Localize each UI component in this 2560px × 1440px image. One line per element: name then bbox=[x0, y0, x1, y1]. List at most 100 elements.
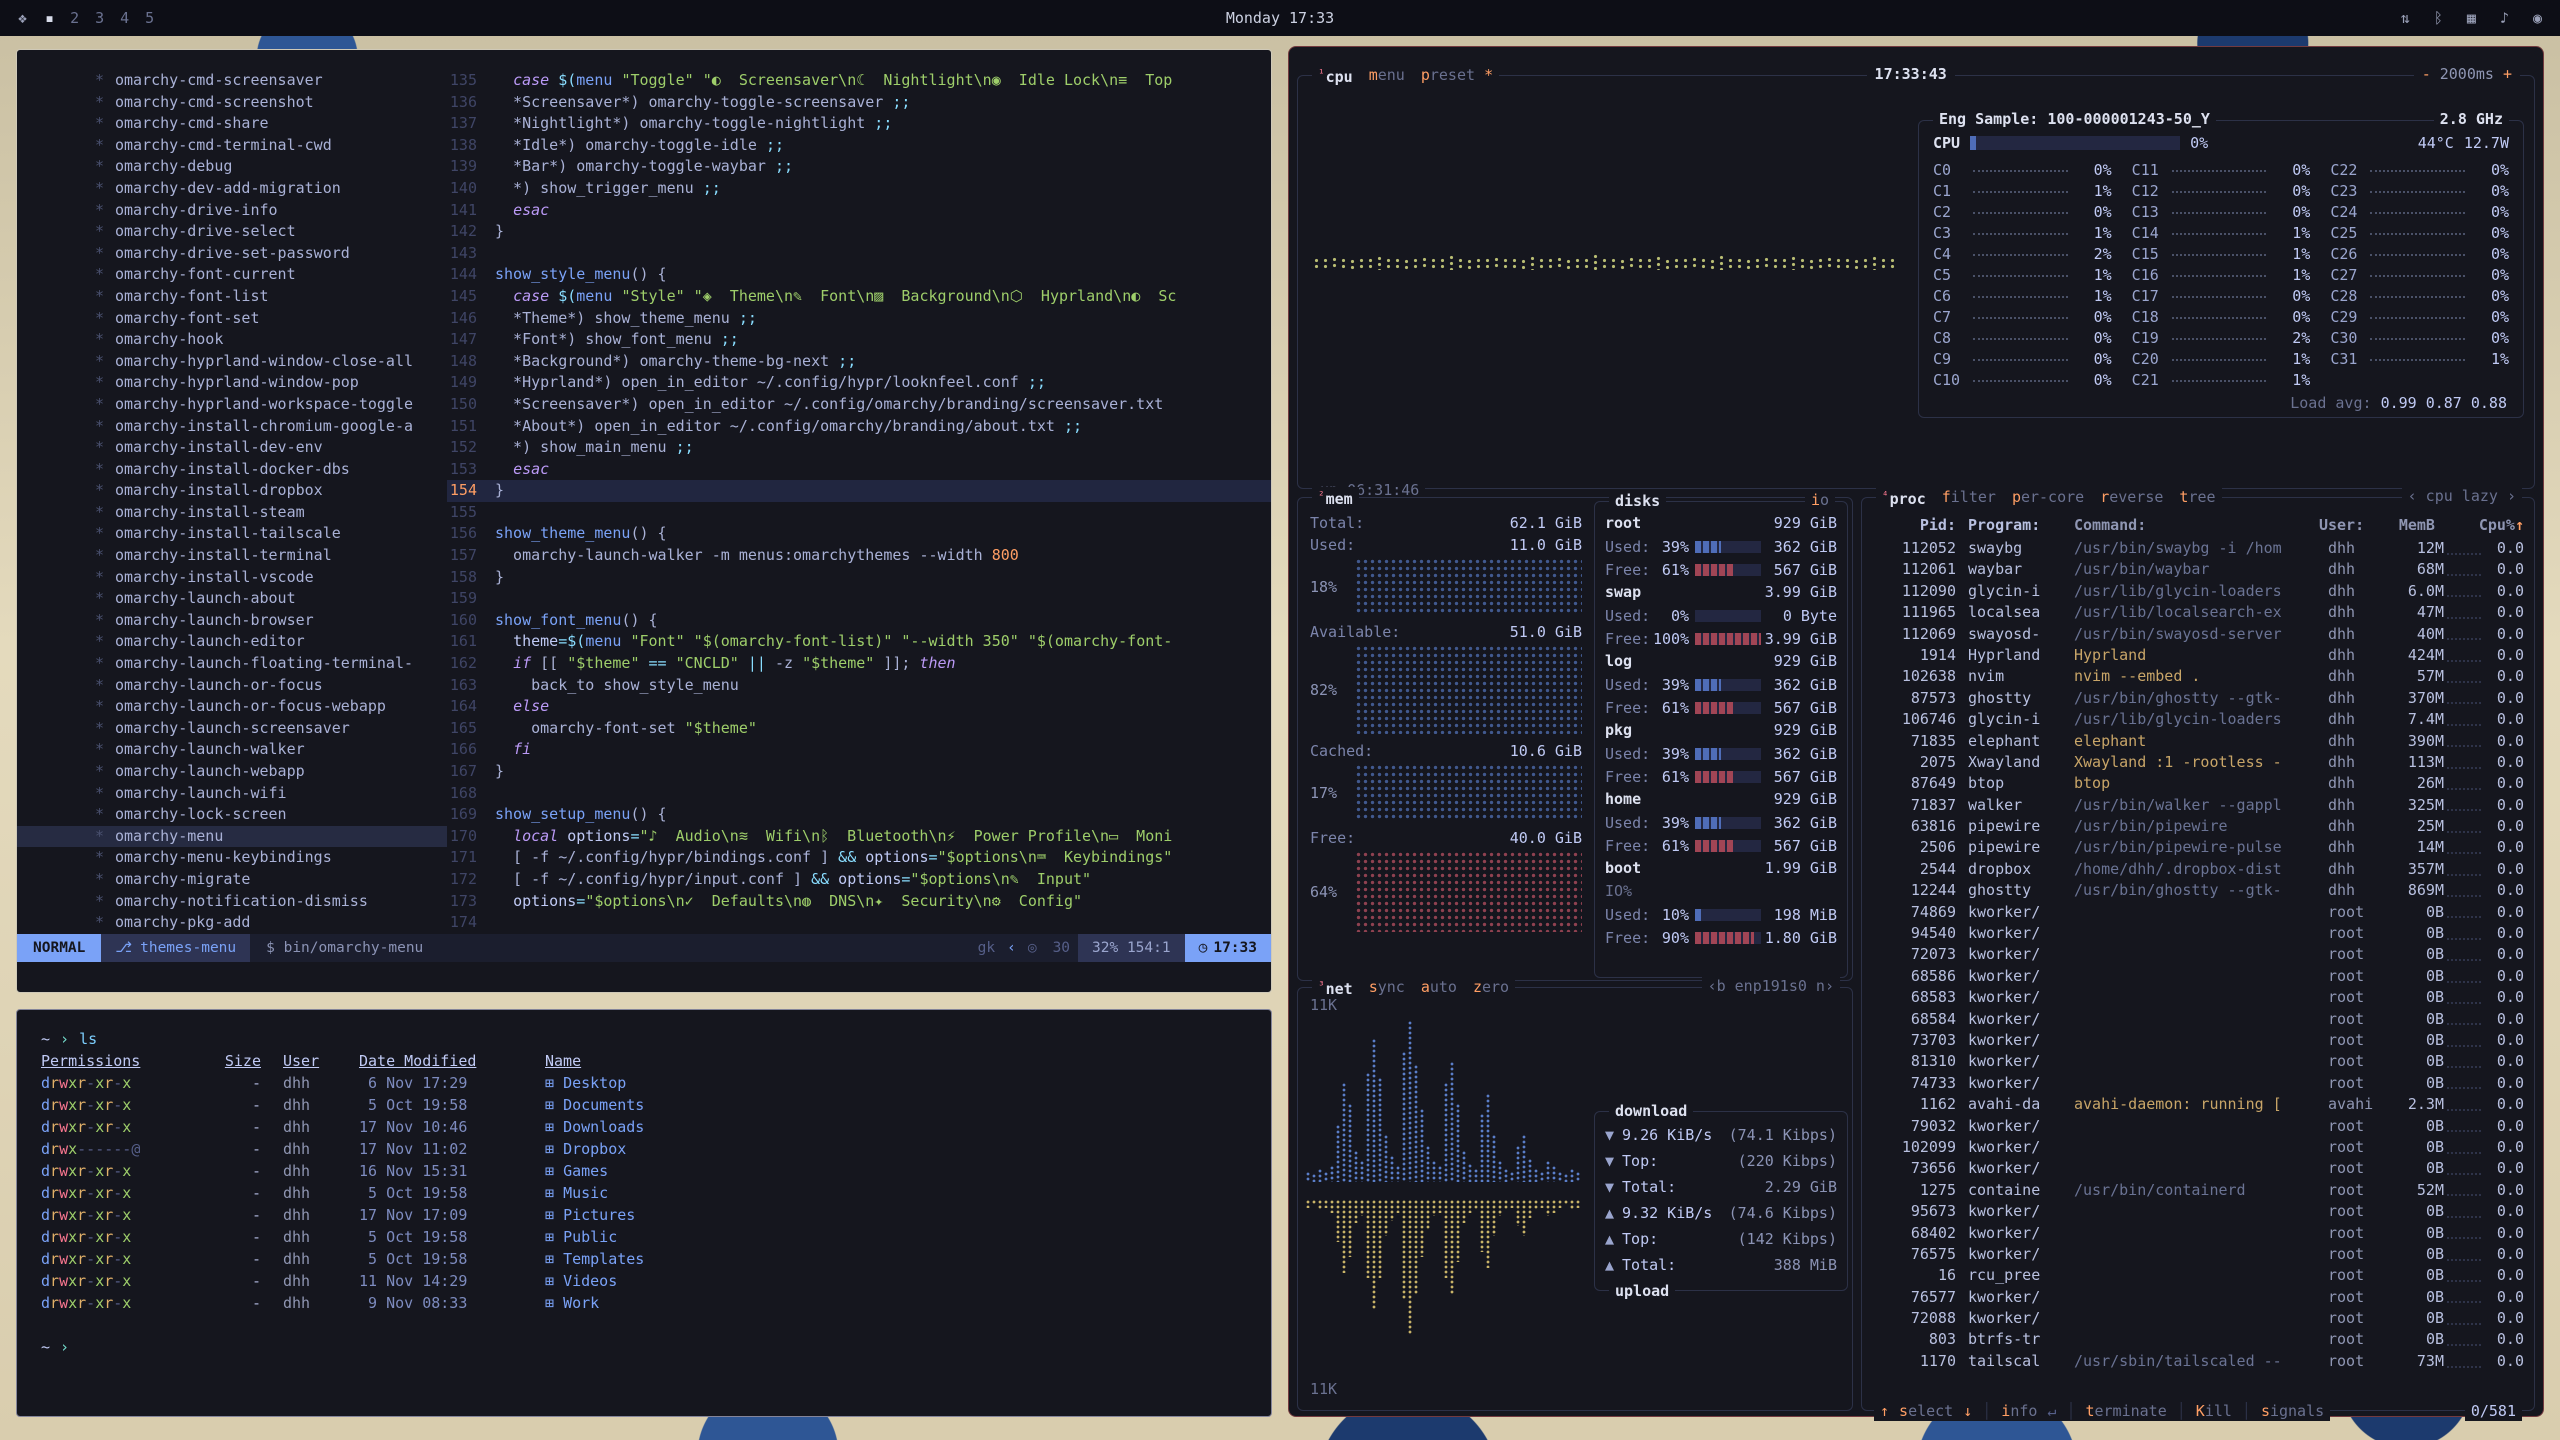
process-row[interactable]: 112052swaybg/usr/bin/swaybg -i /homdhh12… bbox=[1872, 538, 2524, 559]
btop-menu-button[interactable]: menu bbox=[1369, 65, 1405, 85]
select-hint[interactable]: select bbox=[1899, 1401, 1953, 1421]
code-line[interactable]: 148 *Background*) omarchy-theme-bg-next … bbox=[447, 351, 1271, 373]
file-list-item[interactable]: *omarchy-drive-select bbox=[17, 221, 447, 243]
file-list-item[interactable]: *omarchy-launch-screensaver bbox=[17, 718, 447, 740]
file-list-item[interactable]: *omarchy-launch-walker bbox=[17, 739, 447, 761]
file-list-item[interactable]: *omarchy-drive-info bbox=[17, 200, 447, 222]
code-line[interactable]: 150 *Screensaver*) open_in_editor ~/.con… bbox=[447, 394, 1271, 416]
process-row[interactable]: 68584kworker/root0B0.0 bbox=[1872, 1009, 2524, 1030]
file-list-item[interactable]: *omarchy-cmd-terminal-cwd bbox=[17, 135, 447, 157]
process-row[interactable]: 68583kworker/root0B0.0 bbox=[1872, 987, 2524, 1008]
process-row[interactable]: 1914HyprlandHyprlanddhh424M0.0 bbox=[1872, 645, 2524, 666]
workspace-active[interactable]: ▪ bbox=[45, 9, 54, 27]
file-list-item[interactable]: *omarchy-hyprland-window-pop bbox=[17, 372, 447, 394]
process-row[interactable]: 106746glycin-i/usr/lib/glycin-loadersdhh… bbox=[1872, 709, 2524, 730]
process-row[interactable]: 76577kworker/root0B0.0 bbox=[1872, 1287, 2524, 1308]
process-row[interactable]: 74733kworker/root0B0.0 bbox=[1872, 1073, 2524, 1094]
file-list-item[interactable]: *omarchy-launch-about bbox=[17, 588, 447, 610]
file-list-item[interactable]: *omarchy-cmd-screenshot bbox=[17, 92, 447, 114]
file-list-item[interactable]: *omarchy-install-dropbox bbox=[17, 480, 447, 502]
code-line[interactable]: 155 bbox=[447, 502, 1271, 524]
code-line[interactable]: 151 *About*) open_in_editor ~/.config/om… bbox=[447, 416, 1271, 438]
code-line[interactable]: 163 back_to show_style_menu bbox=[447, 675, 1271, 697]
workspace-2[interactable]: 2 bbox=[70, 9, 79, 27]
file-list-item[interactable]: *omarchy-install-tailscale bbox=[17, 523, 447, 545]
file-list-item[interactable]: *omarchy-install-docker-dbs bbox=[17, 459, 447, 481]
net-sync-button[interactable]: sync bbox=[1369, 977, 1405, 997]
process-row[interactable]: 2075XwaylandXwayland :1 -rootless -dhh11… bbox=[1872, 752, 2524, 773]
file-list-item[interactable]: *omarchy-install-steam bbox=[17, 502, 447, 524]
process-row[interactable]: 68402kworker/root0B0.0 bbox=[1872, 1223, 2524, 1244]
code-line[interactable]: 140 *) show_trigger_menu ;; bbox=[447, 178, 1271, 200]
process-row[interactable]: 74869kworker/root0B0.0 bbox=[1872, 902, 2524, 923]
file-list-item[interactable]: *omarchy-launch-or-focus bbox=[17, 675, 447, 697]
process-row[interactable]: 63816pipewire/usr/bin/pipewiredhh25M0.0 bbox=[1872, 816, 2524, 837]
file-list-item[interactable]: *omarchy-launch-floating-terminal- bbox=[17, 653, 447, 675]
file-list-item[interactable]: *omarchy-launch-browser bbox=[17, 610, 447, 632]
file-list-item[interactable]: *omarchy-launch-editor bbox=[17, 631, 447, 653]
file-list-item[interactable]: *omarchy-pkg-add bbox=[17, 912, 447, 932]
code-line[interactable]: 141 esac bbox=[447, 200, 1271, 222]
proc-reverse-button[interactable]: reverse bbox=[2100, 487, 2163, 507]
btop-preset-button[interactable]: preset * bbox=[1421, 65, 1493, 85]
code-line[interactable]: 162 if [[ "$theme" == "CNCLD" || -z "$th… bbox=[447, 653, 1271, 675]
file-list-item[interactable]: *omarchy-install-dev-env bbox=[17, 437, 447, 459]
file-list-item[interactable]: *omarchy-debug bbox=[17, 156, 447, 178]
file-list-item[interactable]: *omarchy-menu-keybindings bbox=[17, 847, 447, 869]
proc-filter-button[interactable]: filter bbox=[1942, 487, 1996, 507]
file-list-item[interactable]: *omarchy-drive-set-password bbox=[17, 243, 447, 265]
file-list-item[interactable]: *omarchy-dev-add-migration bbox=[17, 178, 447, 200]
process-row[interactable]: 2544dropbox/home/dhh/.dropbox-distdhh357… bbox=[1872, 859, 2524, 880]
net-auto-button[interactable]: auto bbox=[1421, 977, 1457, 997]
process-row[interactable]: 73656kworker/root0B0.0 bbox=[1872, 1158, 2524, 1179]
code-line[interactable]: 161 theme=$(menu "Font" "$(omarchy-font-… bbox=[447, 631, 1271, 653]
proc-tree-button[interactable]: tree bbox=[2179, 487, 2215, 507]
code-line[interactable]: 167} bbox=[447, 761, 1271, 783]
file-list-item[interactable]: *omarchy-install-terminal bbox=[17, 545, 447, 567]
process-row[interactable]: 79032kworker/root0B0.0 bbox=[1872, 1116, 2524, 1137]
process-row[interactable]: 71837walker/usr/bin/walker --gappldhh325… bbox=[1872, 795, 2524, 816]
code-line[interactable]: 144show_style_menu() { bbox=[447, 264, 1271, 286]
code-line[interactable]: 174 bbox=[447, 912, 1271, 932]
file-list-item[interactable]: *omarchy-font-set bbox=[17, 308, 447, 330]
process-row[interactable]: 87649btopbtopdhh26M0.0 bbox=[1872, 773, 2524, 794]
code-line[interactable]: 146 *Theme*) show_theme_menu ;; bbox=[447, 308, 1271, 330]
process-row[interactable]: 12244ghostty/usr/bin/ghostty --gtk-dhh86… bbox=[1872, 880, 2524, 901]
code-line[interactable]: 149 *Hyprland*) open_in_editor ~/.config… bbox=[447, 372, 1271, 394]
code-line[interactable]: 142} bbox=[447, 221, 1271, 243]
terminal-window[interactable]: ~ › ls Permissions Size User Date Modifi… bbox=[16, 1009, 1272, 1417]
process-row[interactable]: 102638nvimnvim --embed .dhh57M0.0 bbox=[1872, 666, 2524, 687]
power-icon[interactable]: ◉ bbox=[2533, 9, 2542, 27]
process-row[interactable]: 112090glycin-i/usr/lib/glycin-loadersdhh… bbox=[1872, 581, 2524, 602]
terminate-hint[interactable]: terminate bbox=[2085, 1401, 2166, 1421]
process-row[interactable]: 76575kworker/root0B0.0 bbox=[1872, 1244, 2524, 1265]
network-icon[interactable]: ⇅ bbox=[2401, 9, 2410, 27]
file-list-item[interactable]: *omarchy-hyprland-window-close-all bbox=[17, 351, 447, 373]
network-interface[interactable]: ‹b enp191s0 n› bbox=[1702, 977, 1840, 995]
process-row[interactable]: 16rcu_preeroot0B0.0 bbox=[1872, 1265, 2524, 1286]
code-line[interactable]: 164 else bbox=[447, 696, 1271, 718]
net-zero-button[interactable]: zero bbox=[1473, 977, 1509, 997]
process-row[interactable]: 94540kworker/root0B0.0 bbox=[1872, 923, 2524, 944]
file-list-item[interactable]: *omarchy-launch-or-focus-webapp bbox=[17, 696, 447, 718]
process-row[interactable]: 73703kworker/root0B0.0 bbox=[1872, 1030, 2524, 1051]
code-line[interactable]: 136 *Screensaver*) omarchy-toggle-screen… bbox=[447, 92, 1271, 114]
packages-icon[interactable]: ▦ bbox=[2467, 9, 2476, 27]
signals-hint[interactable]: signals bbox=[2261, 1401, 2324, 1421]
code-line[interactable]: 152 *) show_main_menu ;; bbox=[447, 437, 1271, 459]
process-row[interactable]: 803btrfs-trroot0B0.0 bbox=[1872, 1329, 2524, 1350]
file-list-item[interactable]: *omarchy-menu bbox=[17, 826, 447, 848]
volume-icon[interactable]: ♪ bbox=[2500, 9, 2509, 27]
code-line[interactable]: 156show_theme_menu() { bbox=[447, 523, 1271, 545]
launcher-icon[interactable]: ❖ bbox=[18, 9, 27, 27]
workspace-5[interactable]: 5 bbox=[145, 9, 154, 27]
file-list-item[interactable]: *omarchy-font-current bbox=[17, 264, 447, 286]
file-list-item[interactable]: *omarchy-migrate bbox=[17, 869, 447, 891]
process-row[interactable]: 1170tailscal/usr/sbin/tailscaled --root7… bbox=[1872, 1351, 2524, 1372]
process-row[interactable]: 2506pipewire/usr/bin/pipewire-pulsedhh14… bbox=[1872, 837, 2524, 858]
process-row[interactable]: 111965localsea/usr/lib/localsearch-exdhh… bbox=[1872, 602, 2524, 623]
file-list-item[interactable]: *omarchy-cmd-screensaver bbox=[17, 70, 447, 92]
info-hint[interactable]: info bbox=[2001, 1401, 2037, 1421]
code-line[interactable]: 135 case $(menu "Toggle" "◐ Screensaver\… bbox=[447, 70, 1271, 92]
code-line[interactable]: 173 options="$options\n✓ Defaults\n◍ DNS… bbox=[447, 891, 1271, 913]
